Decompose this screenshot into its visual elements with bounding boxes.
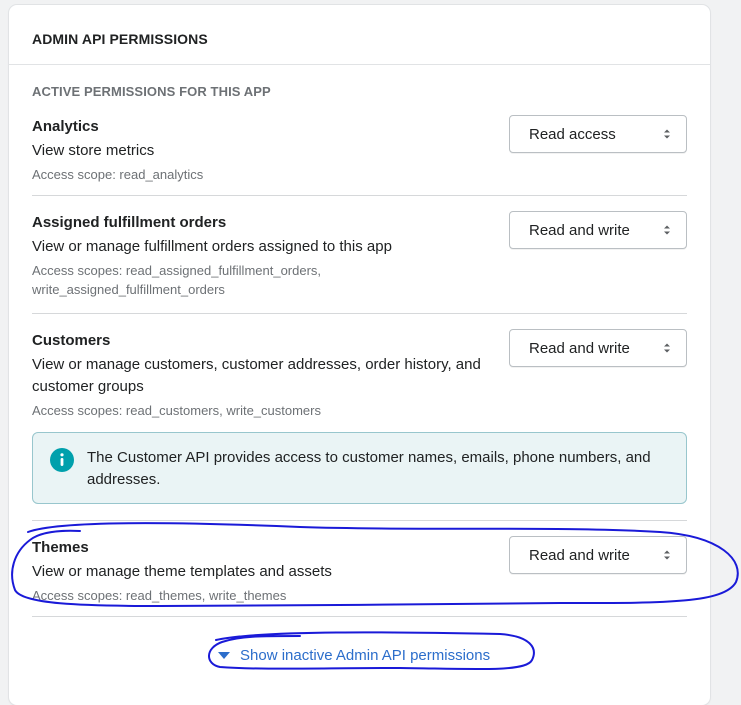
permission-name: Assigned fulfillment orders <box>32 214 227 231</box>
access-select-value: Read access <box>529 126 616 143</box>
access-select-analytics[interactable]: Read access <box>509 115 687 153</box>
permission-description: View or manage theme templates and asset… <box>32 563 332 580</box>
select-arrows-icon <box>664 225 670 235</box>
permission-scope: Access scopes: read_assigned_fulfillment… <box>32 263 322 297</box>
select-arrows-icon <box>664 343 670 353</box>
row-divider <box>32 520 687 521</box>
permission-description: View or manage fulfillment orders assign… <box>32 238 392 255</box>
row-divider <box>32 616 687 617</box>
permission-assigned-fulfillment-orders: Assigned fulfillment orders View or mana… <box>32 211 687 314</box>
admin-api-permissions-card: ADMIN API PERMISSIONS ACTIVE PERMISSIONS… <box>9 5 710 705</box>
permission-customers: Customers View or manage customers, cust… <box>32 329 687 422</box>
row-divider <box>32 195 687 196</box>
select-arrows-icon <box>664 129 670 139</box>
show-inactive-label: Show inactive Admin API permissions <box>240 647 491 664</box>
access-select-value: Read and write <box>529 222 630 239</box>
permission-themes: Themes View or manage theme templates an… <box>32 536 687 619</box>
permission-scope: Access scope: read_analytics <box>32 167 204 182</box>
show-inactive-permissions-link[interactable]: Show inactive Admin API permissions <box>218 647 490 664</box>
caret-down-icon <box>218 651 230 659</box>
access-select-customers[interactable]: Read and write <box>509 329 687 367</box>
permission-analytics: Analytics View store metrics Access scop… <box>32 115 687 198</box>
permission-name: Themes <box>32 539 89 556</box>
permission-name: Customers <box>32 332 111 349</box>
permission-description: View store metrics <box>32 142 155 159</box>
active-permissions-section: ACTIVE PERMISSIONS FOR THIS APP Analytic… <box>32 65 687 705</box>
permission-description: View or manage customers, customer addre… <box>32 356 481 395</box>
access-select-themes[interactable]: Read and write <box>509 536 687 574</box>
permission-scope: Access scopes: read_customers, write_cus… <box>32 403 321 418</box>
info-icon <box>50 448 74 472</box>
permission-scope: Access scopes: read_themes, write_themes <box>32 588 287 603</box>
section-subtitle: ACTIVE PERMISSIONS FOR THIS APP <box>32 84 271 99</box>
access-select-value: Read and write <box>529 340 630 357</box>
access-select-assigned-fulfillment-orders[interactable]: Read and write <box>509 211 687 249</box>
customer-api-info-banner: The Customer API provides access to cust… <box>32 432 687 504</box>
select-arrows-icon <box>664 550 670 560</box>
access-select-value: Read and write <box>529 547 630 564</box>
card-title: ADMIN API PERMISSIONS <box>32 31 208 47</box>
banner-text: The Customer API provides access to cust… <box>87 449 651 488</box>
permission-name: Analytics <box>32 118 99 135</box>
row-divider <box>32 313 687 314</box>
